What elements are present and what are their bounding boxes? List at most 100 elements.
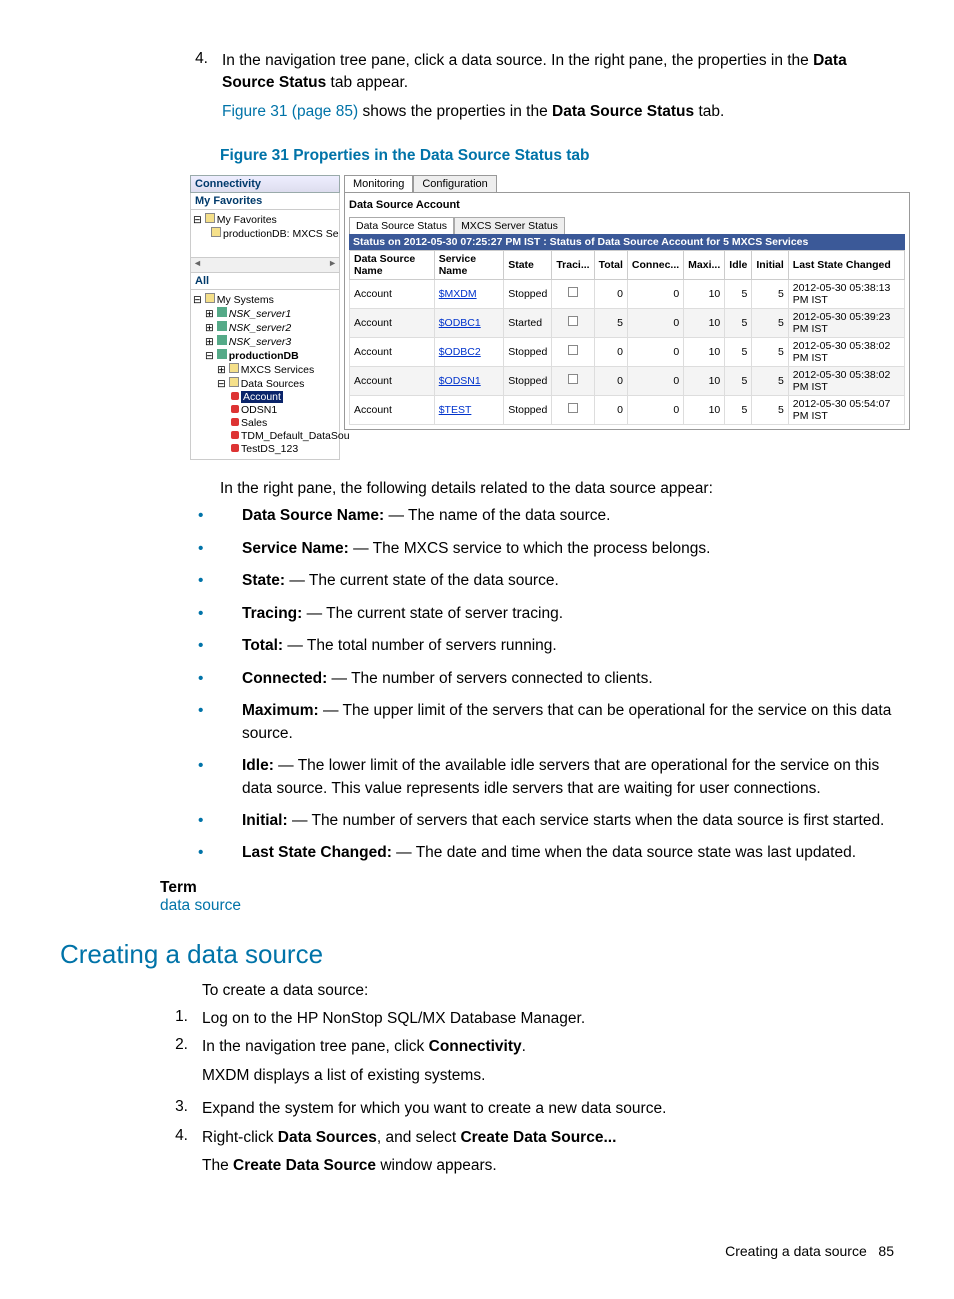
tree-row[interactable]: ⊞ NSK_server2 bbox=[193, 321, 337, 334]
systems-tree[interactable]: ⊟ My Systems ⊞ NSK_server1 ⊞ NSK_server2… bbox=[190, 290, 340, 460]
server-icon bbox=[217, 307, 227, 317]
folder-icon bbox=[229, 377, 239, 387]
tree-item: NSK_server1 bbox=[229, 308, 291, 320]
tab-monitoring[interactable]: Monitoring bbox=[344, 175, 413, 192]
tree-row[interactable]: Sales bbox=[193, 417, 337, 429]
column-header[interactable]: Last State Changed bbox=[788, 250, 904, 279]
datasource-icon bbox=[231, 444, 239, 452]
cell-conn: 0 bbox=[627, 279, 683, 308]
tab-configuration[interactable]: Configuration bbox=[413, 175, 496, 192]
tree-row[interactable]: ⊟ Data Sources bbox=[193, 377, 337, 390]
tree-row[interactable]: ⊟ My Systems bbox=[193, 293, 337, 306]
cell-last: 2012-05-30 05:38:02 PM IST bbox=[788, 366, 904, 395]
subtab-status[interactable]: Data Source Status bbox=[349, 217, 454, 234]
column-header[interactable]: Connec... bbox=[627, 250, 683, 279]
step-body: In the navigation tree pane, click a dat… bbox=[222, 50, 894, 129]
datasource-icon bbox=[231, 392, 239, 400]
table-row[interactable]: Account$MXDMStopped0010552012-05-30 05:3… bbox=[350, 279, 905, 308]
scrollbar[interactable] bbox=[190, 258, 340, 273]
cell-idle: 5 bbox=[725, 308, 752, 337]
tree-row[interactable]: TDM_Default_DataSou bbox=[193, 430, 337, 442]
tree-row[interactable]: TestDS_123 bbox=[193, 443, 337, 455]
step-row: 3.Expand the system for which you want t… bbox=[160, 1098, 894, 1120]
cell-last: 2012-05-30 05:54:07 PM IST bbox=[788, 395, 904, 424]
section-title: Creating a data source bbox=[60, 939, 894, 970]
cell-last: 2012-05-30 05:38:02 PM IST bbox=[788, 337, 904, 366]
fav-item: My Favorites bbox=[217, 214, 277, 226]
cell-tracing bbox=[552, 395, 594, 424]
checkbox-icon bbox=[568, 345, 578, 355]
favorites-tree[interactable]: ⊟ My Favorites productionDB: MXCS Servic… bbox=[190, 210, 340, 258]
cell-svc[interactable]: $TEST bbox=[434, 395, 504, 424]
tree-item-selected: Account bbox=[241, 391, 283, 403]
table-row[interactable]: Account$ODBC2Stopped0010552012-05-30 05:… bbox=[350, 337, 905, 366]
tree-row[interactable]: ⊞ MXCS Services bbox=[193, 363, 337, 376]
tree-row[interactable]: Account bbox=[193, 391, 337, 403]
column-header[interactable]: Maxi... bbox=[684, 250, 725, 279]
cell-svc[interactable]: $ODSN1 bbox=[434, 366, 504, 395]
cell-dsn: Account bbox=[350, 308, 435, 337]
cell-conn: 0 bbox=[627, 308, 683, 337]
figure-ref-link[interactable]: Figure 31 (page 85) bbox=[222, 103, 358, 120]
column-header[interactable]: Total bbox=[594, 250, 627, 279]
step-body: In the navigation tree pane, click Conne… bbox=[202, 1036, 894, 1092]
term-link[interactable]: data source bbox=[160, 897, 894, 915]
nav-pane: Connectivity My Favorites ⊟ My Favorites… bbox=[190, 175, 340, 460]
tree-row[interactable]: ⊞ NSK_server1 bbox=[193, 307, 337, 320]
footer-text: Creating a data source bbox=[725, 1243, 867, 1259]
cell-state: Stopped bbox=[504, 366, 552, 395]
page-number: 85 bbox=[878, 1243, 894, 1259]
checkbox-icon bbox=[568, 403, 578, 413]
fig-ref-bold: Data Source Status bbox=[552, 103, 694, 120]
cell-last: 2012-05-30 05:39:23 PM IST bbox=[788, 308, 904, 337]
cell-svc[interactable]: $ODBC1 bbox=[434, 308, 504, 337]
cell-svc[interactable]: $MXDM bbox=[434, 279, 504, 308]
tree-item: MXCS Services bbox=[241, 364, 315, 376]
tree-item: My Systems bbox=[217, 294, 274, 306]
column-header[interactable]: Traci... bbox=[552, 250, 594, 279]
table-row[interactable]: Account$ODSN1Stopped0010552012-05-30 05:… bbox=[350, 366, 905, 395]
bullet-item: Tracing: — The current state of server t… bbox=[242, 603, 894, 625]
folder-icon bbox=[205, 213, 215, 223]
subtab-server[interactable]: MXCS Server Status bbox=[454, 217, 565, 234]
table-row[interactable]: Account$ODBC1Started5010552012-05-30 05:… bbox=[350, 308, 905, 337]
tree-row[interactable]: ⊟ My Favorites bbox=[193, 213, 337, 226]
bullet-item: Idle: — The lower limit of the available… bbox=[242, 755, 894, 800]
tree-item: productionDB bbox=[229, 350, 299, 362]
column-header[interactable]: State bbox=[504, 250, 552, 279]
datasource-icon bbox=[231, 405, 239, 413]
cell-dsn: Account bbox=[350, 395, 435, 424]
cell-tracing bbox=[552, 279, 594, 308]
bullet-item: Initial: — The number of servers that ea… bbox=[242, 810, 894, 832]
step-number: 4. bbox=[160, 1127, 202, 1183]
column-header[interactable]: Initial bbox=[752, 250, 788, 279]
cell-init: 5 bbox=[752, 395, 788, 424]
datasource-icon bbox=[231, 431, 239, 439]
table-row[interactable]: Account$TESTStopped0010552012-05-30 05:5… bbox=[350, 395, 905, 424]
tree-row[interactable]: ⊟ productionDB bbox=[193, 349, 337, 362]
checkbox-icon bbox=[568, 374, 578, 384]
cell-tracing bbox=[552, 337, 594, 366]
step-body: Right-click Data Sources, and select Cre… bbox=[202, 1127, 894, 1183]
tree-row[interactable]: ODSN1 bbox=[193, 404, 337, 416]
tab-content: Data Source Account Data Source Status M… bbox=[344, 192, 910, 430]
column-header[interactable]: Service Name bbox=[434, 250, 504, 279]
column-header[interactable]: Idle bbox=[725, 250, 752, 279]
step-row: 4.Right-click Data Sources, and select C… bbox=[160, 1127, 894, 1183]
cell-max: 10 bbox=[684, 337, 725, 366]
folder-icon bbox=[229, 363, 239, 373]
bullet-item: Total: — The total number of servers run… bbox=[242, 635, 894, 657]
column-header[interactable]: Data Source Name bbox=[350, 250, 435, 279]
screenshot-figure: Connectivity My Favorites ⊟ My Favorites… bbox=[190, 175, 910, 460]
cell-idle: 5 bbox=[725, 395, 752, 424]
step4-text-c: tab appear. bbox=[326, 74, 408, 91]
cell-max: 10 bbox=[684, 395, 725, 424]
cell-dsn: Account bbox=[350, 279, 435, 308]
server-icon bbox=[217, 349, 227, 359]
connectivity-header[interactable]: Connectivity bbox=[190, 175, 340, 193]
cell-conn: 0 bbox=[627, 395, 683, 424]
tree-row[interactable]: productionDB: MXCS Service bbox=[193, 227, 337, 240]
content-pane: Monitoring Configuration Data Source Acc… bbox=[344, 175, 910, 460]
cell-svc[interactable]: $ODBC2 bbox=[434, 337, 504, 366]
tree-row[interactable]: ⊞ NSK_server3 bbox=[193, 335, 337, 348]
